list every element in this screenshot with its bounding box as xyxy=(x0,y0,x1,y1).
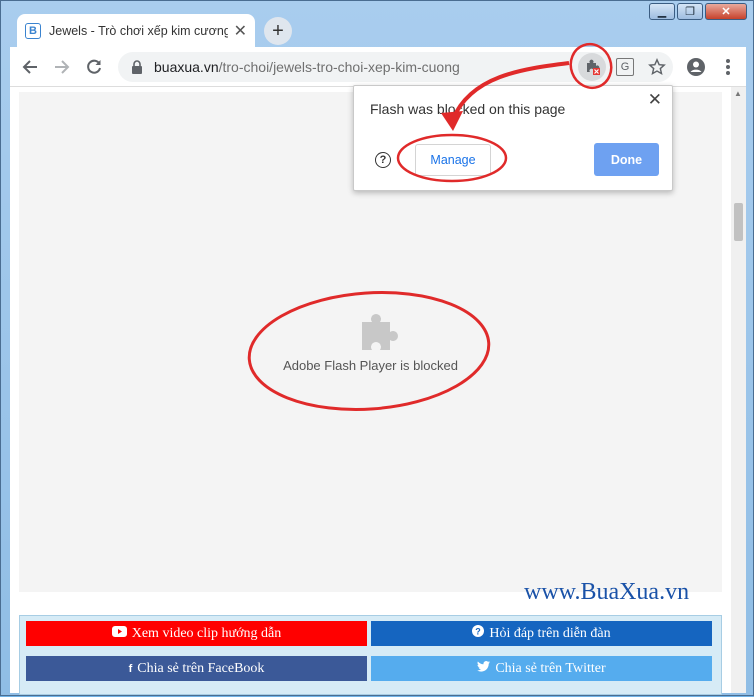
video-guide-button[interactable]: Xem video clip hướng dẫn xyxy=(26,621,367,646)
close-window-button[interactable]: ✕ xyxy=(705,3,747,20)
share-button-label: Chia sẻ trên Twitter xyxy=(495,660,606,676)
forward-arrow-icon[interactable] xyxy=(50,55,74,79)
toolbar: buaxua.vn/tro-choi/jewels-tro-choi-xep-k… xyxy=(10,47,746,87)
manage-button[interactable]: Manage xyxy=(415,144,491,176)
share-button-label: Chia sẻ trên FaceBook xyxy=(137,660,265,676)
tab-title: Jewels - Trò chơi xếp kim cương xyxy=(49,23,228,38)
scroll-up-arrow-icon[interactable]: ▲ xyxy=(734,89,742,98)
youtube-icon xyxy=(111,625,127,642)
maximize-button[interactable]: ❐ xyxy=(677,3,703,20)
done-button[interactable]: Done xyxy=(594,143,659,176)
watermark: www.BuaXua.vn xyxy=(524,579,690,605)
share-facebook-button[interactable]: f Chia sẻ trên FaceBook xyxy=(26,656,367,681)
svg-text:?: ? xyxy=(476,627,482,637)
reload-icon[interactable] xyxy=(82,55,106,79)
question-circle-icon: ? xyxy=(472,625,485,642)
share-panel: Xem video clip hướng dẫn ? Hỏi đáp trên … xyxy=(19,615,722,695)
flash-blocked-popup: Flash was blocked on this page ✕ ? Manag… xyxy=(353,85,673,191)
minimize-button[interactable]: ▁ xyxy=(649,3,675,20)
scroll-thumb[interactable] xyxy=(734,203,743,241)
window-controls: ▁ ❐ ✕ xyxy=(649,3,747,20)
twitter-icon xyxy=(477,660,491,677)
star-icon[interactable] xyxy=(645,55,669,79)
popup-close-icon[interactable]: ✕ xyxy=(648,90,662,110)
browser-window: ▁ ❐ ✕ B Jewels - Trò chơi xếp kim cương … xyxy=(0,0,754,696)
puzzle-piece-icon xyxy=(362,314,398,350)
url-host: buaxua.vn xyxy=(154,59,219,75)
share-twitter-button[interactable]: Chia sẻ trên Twitter xyxy=(371,656,712,681)
popup-message: Flash was blocked on this page xyxy=(370,101,566,117)
share-button-label: Hỏi đáp trên diễn đàn xyxy=(489,625,611,641)
facebook-icon: f xyxy=(128,662,133,675)
url-path: /tro-choi/jewels-tro-choi-xep-kim-cuong xyxy=(218,59,460,75)
translate-icon[interactable]: G xyxy=(616,58,634,76)
plugin-blocked-icon[interactable] xyxy=(578,53,606,81)
tab-close-icon[interactable]: ✕ xyxy=(234,21,247,41)
forum-qa-button[interactable]: ? Hỏi đáp trên diễn đàn xyxy=(371,621,712,646)
site-favicon-icon: B xyxy=(25,22,41,39)
account-icon[interactable] xyxy=(684,55,708,79)
back-arrow-icon[interactable] xyxy=(18,55,42,79)
new-tab-button[interactable]: + xyxy=(264,17,292,45)
scrollbar[interactable]: ▲ xyxy=(731,87,746,693)
help-icon[interactable]: ? xyxy=(375,152,391,168)
share-button-label: Xem video clip hướng dẫn xyxy=(131,625,282,641)
more-menu-icon[interactable] xyxy=(716,55,740,79)
flash-blocked-message: Adobe Flash Player is blocked xyxy=(283,358,458,373)
browser-tab[interactable]: B Jewels - Trò chơi xếp kim cương ✕ xyxy=(17,14,255,47)
lock-icon[interactable] xyxy=(130,60,144,74)
